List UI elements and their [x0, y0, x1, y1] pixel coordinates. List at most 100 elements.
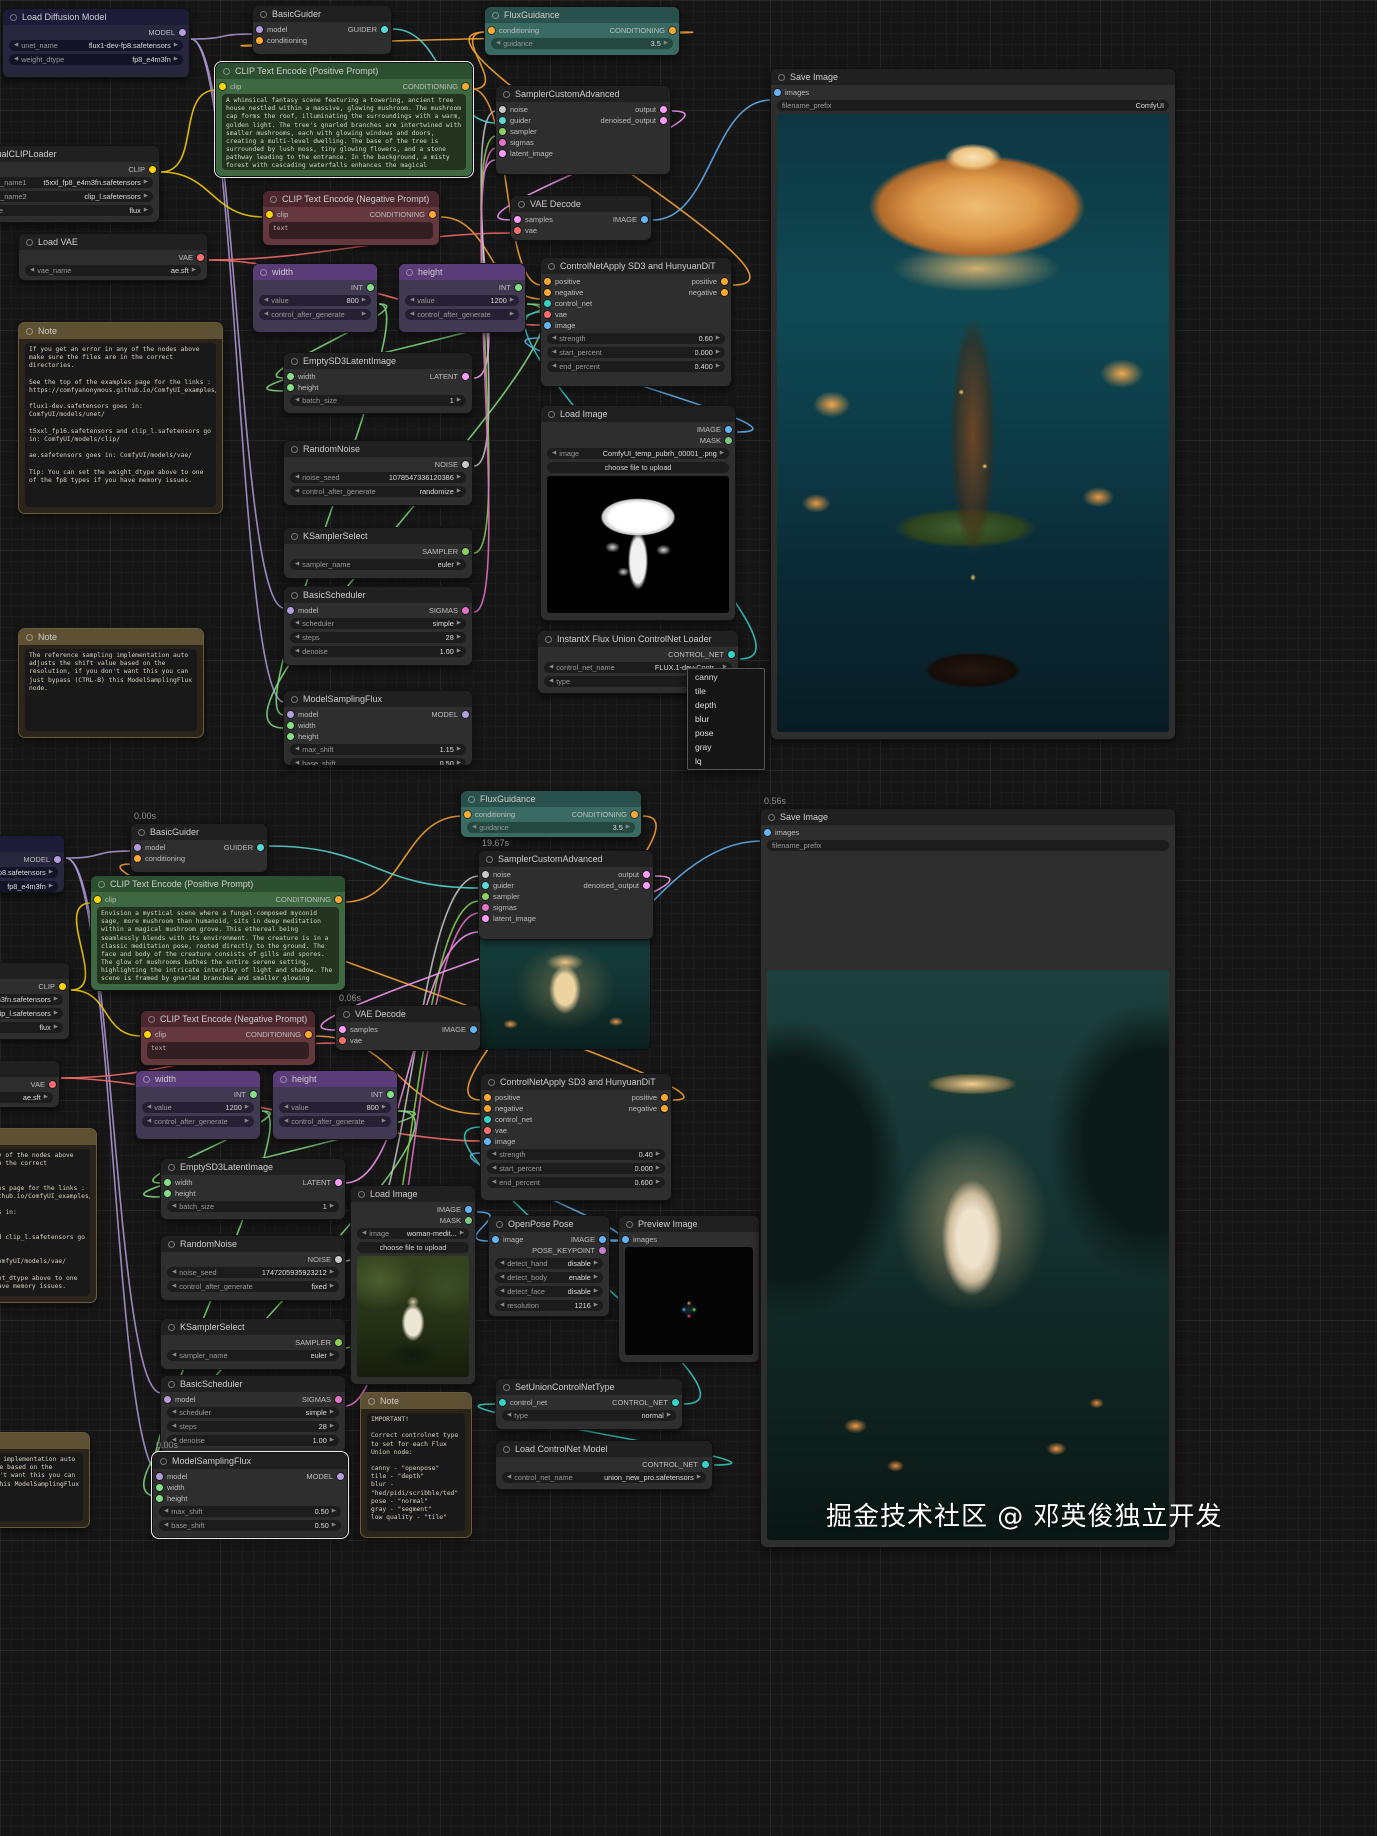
output-slot-negative-icon[interactable] — [661, 1105, 668, 1112]
decrement-icon[interactable]: ◀ — [410, 297, 414, 303]
output-slot-sigmas-icon[interactable] — [335, 1396, 342, 1403]
output-slot-denoised-output-icon[interactable] — [643, 882, 650, 889]
collapse-icon[interactable] — [26, 634, 33, 641]
widget-filename-prefix[interactable]: filename_prefixComfyUI — [777, 100, 1169, 111]
node-basic-guider-2[interactable]: 0.00sBasicGuidermodelGUIDERconditioning — [130, 823, 268, 873]
node-header[interactable]: BasicScheduler — [284, 587, 472, 603]
input-slot-control-net-icon[interactable] — [484, 1116, 491, 1123]
collapse-icon[interactable] — [518, 201, 525, 208]
input-slot-width-icon[interactable] — [287, 373, 294, 380]
dropdown-option-blur[interactable]: blur — [688, 712, 764, 726]
node-random-noise-2[interactable]: RandomNoiseNOISE◀noise_seed1747205935923… — [160, 1235, 346, 1301]
increment-icon[interactable]: ▶ — [457, 746, 461, 752]
node-header[interactable]: Note — [0, 1129, 96, 1145]
increment-icon[interactable]: ▶ — [460, 1230, 464, 1236]
collapse-icon[interactable] — [548, 263, 555, 270]
increment-icon[interactable]: ▶ — [716, 335, 720, 341]
node-model-sampling-flux-2[interactable]: 0.00sModelSamplingFluxmodelMODELwidthhei… — [152, 1452, 348, 1538]
collapse-icon[interactable] — [496, 1221, 503, 1228]
decrement-icon[interactable]: ◀ — [164, 1522, 168, 1528]
decrement-icon[interactable]: ◀ — [147, 1118, 151, 1124]
widget-guidance[interactable]: ◀guidance3.5▶ — [491, 38, 673, 49]
node-load-diffusion-model-2[interactable]: Load Diffusion ModelMODEL◀unet_nameflux1… — [0, 835, 65, 893]
output-slot-model-icon[interactable] — [462, 711, 469, 718]
node-clip-text-encode-negative-2[interactable]: CLIP Text Encode (Negative Prompt)clipCO… — [140, 1010, 316, 1066]
dropdown-option-gray[interactable]: gray — [688, 740, 764, 754]
collapse-icon[interactable] — [343, 1011, 350, 1018]
increment-icon[interactable]: ▶ — [144, 193, 148, 199]
increment-icon[interactable]: ▶ — [664, 40, 668, 46]
node-clip-text-encode-positive-1[interactable]: CLIP Text Encode (Positive Prompt)clipCO… — [215, 62, 473, 177]
increment-icon[interactable]: ▶ — [457, 620, 461, 626]
node-header[interactable]: DualCLIPLoader — [0, 963, 69, 979]
node-graph-canvas[interactable]: Load Diffusion ModelMODEL◀unet_nameflux1… — [0, 0, 1377, 1836]
collapse-icon[interactable] — [98, 881, 105, 888]
node-header[interactable]: KSamplerSelect — [161, 1319, 345, 1335]
widget-control-after-generate[interactable]: ◀control_after_generate▶ — [142, 1116, 254, 1127]
node-preview-myconid[interactable] — [479, 924, 651, 1050]
input-slot-control-net-icon[interactable] — [544, 300, 551, 307]
widget-steps[interactable]: ◀steps28▶ — [167, 1421, 339, 1432]
increment-icon[interactable]: ▶ — [457, 760, 461, 765]
widget-noise-seed[interactable]: ◀noise_seed1747205935923212▶ — [167, 1267, 339, 1278]
decrement-icon[interactable]: ◀ — [295, 760, 299, 765]
widget-control-after-generate[interactable]: ◀control_after_generaterandomize▶ — [290, 486, 466, 497]
collapse-icon[interactable] — [260, 11, 267, 18]
node-clip-text-encode-negative-1[interactable]: CLIP Text Encode (Negative Prompt)clipCO… — [262, 190, 440, 246]
input-slot-image-icon[interactable] — [544, 322, 551, 329]
node-set-union-controlnet-type[interactable]: SetUnionControlNetTypecontrol_netCONTROL… — [495, 1378, 683, 1430]
input-slot-clip-icon[interactable] — [94, 896, 101, 903]
output-slot-int-icon[interactable] — [250, 1091, 257, 1098]
widget-base-shift[interactable]: ◀base_shift0.50▶ — [159, 1520, 341, 1531]
output-slot-image-icon[interactable] — [470, 1026, 477, 1033]
output-slot-image-icon[interactable] — [725, 426, 732, 433]
node-ksampler-select-2[interactable]: KSamplerSelectSAMPLER◀sampler_nameeuler▶ — [160, 1318, 346, 1370]
input-slot-height-icon[interactable] — [287, 384, 294, 391]
node-header[interactable]: Load VAE — [0, 1061, 59, 1077]
widget-detect-face[interactable]: ◀detect_facedisable▶ — [495, 1286, 603, 1297]
decrement-icon[interactable]: ◀ — [552, 349, 556, 355]
node-load-image-1[interactable]: Load ImageIMAGEMASK◀imageComfyUI_temp_pu… — [540, 405, 736, 621]
input-slot-negative-icon[interactable] — [544, 289, 551, 296]
increment-icon[interactable]: ▶ — [245, 1104, 249, 1110]
output-slot-sigmas-icon[interactable] — [462, 607, 469, 614]
decrement-icon[interactable]: ◀ — [147, 1104, 151, 1110]
output-slot-positive-icon[interactable] — [721, 278, 728, 285]
widget-weight-dtype[interactable]: ◀weight_dtypefp8_e4m3fn▶ — [0, 881, 58, 892]
input-slot-sigmas-icon[interactable] — [499, 139, 506, 146]
increment-icon[interactable]: ▶ — [330, 1203, 334, 1209]
widget-steps[interactable]: ◀steps28▶ — [290, 632, 466, 643]
node-header[interactable]: FluxGuidance — [461, 791, 641, 807]
node-model-sampling-flux-1[interactable]: ModelSamplingFluxmodelMODELwidthheight◀m… — [283, 690, 473, 766]
node-header[interactable]: height — [399, 264, 525, 280]
collapse-icon[interactable] — [626, 1221, 633, 1228]
node-note-controlnet-types[interactable]: NoteIMPORTANT! Correct controlnet type t… — [360, 1392, 472, 1538]
node-clip-text-encode-positive-2[interactable]: CLIP Text Encode (Positive Prompt)clipCO… — [90, 875, 346, 991]
decrement-icon[interactable]: ◀ — [164, 1508, 168, 1514]
collapse-icon[interactable] — [270, 196, 277, 203]
combo-dropdown-menu[interactable]: cannytiledepthblurposegraylq — [687, 668, 765, 770]
output-slot-sampler-icon[interactable] — [335, 1339, 342, 1346]
increment-icon[interactable]: ▶ — [656, 1151, 660, 1157]
input-slot-clip-icon[interactable] — [266, 211, 273, 218]
widget-image[interactable]: ◀imagewoman-medit...▶ — [357, 1228, 469, 1239]
widget-sampler-name[interactable]: ◀sampler_nameeuler▶ — [167, 1350, 339, 1361]
decrement-icon[interactable]: ◀ — [410, 311, 414, 317]
widget-value[interactable]: ◀value800▶ — [259, 295, 371, 306]
node-controlnet-apply-sd3-2[interactable]: ControlNetApply SD3 and HunyuanDiTpositi… — [480, 1073, 672, 1201]
decrement-icon[interactable]: ◀ — [552, 450, 556, 456]
output-slot-vae-icon[interactable] — [197, 254, 204, 261]
node-header[interactable]: RandomNoise — [161, 1236, 345, 1252]
input-slot-latent-image-icon[interactable] — [499, 150, 506, 157]
input-slot-positive-icon[interactable] — [484, 1094, 491, 1101]
output-slot-model-icon[interactable] — [337, 1473, 344, 1480]
input-slot-height-icon[interactable] — [287, 733, 294, 740]
increment-icon[interactable]: ▶ — [49, 869, 53, 875]
node-random-noise-1[interactable]: RandomNoiseNOISE◀noise_seed1078547336120… — [283, 440, 473, 506]
output-slot-latent-icon[interactable] — [335, 1179, 342, 1186]
widget-noise-seed[interactable]: ◀noise_seed1078547336120386▶ — [290, 472, 466, 483]
input-slot-noise-icon[interactable] — [482, 871, 489, 878]
node-load-image-2[interactable]: Load ImageIMAGEMASK◀imagewoman-medit...▶… — [350, 1185, 476, 1385]
collapse-icon[interactable] — [291, 533, 298, 540]
node-load-vae-1[interactable]: Load VAEVAE◀vae_nameae.sft▶ — [18, 233, 208, 281]
